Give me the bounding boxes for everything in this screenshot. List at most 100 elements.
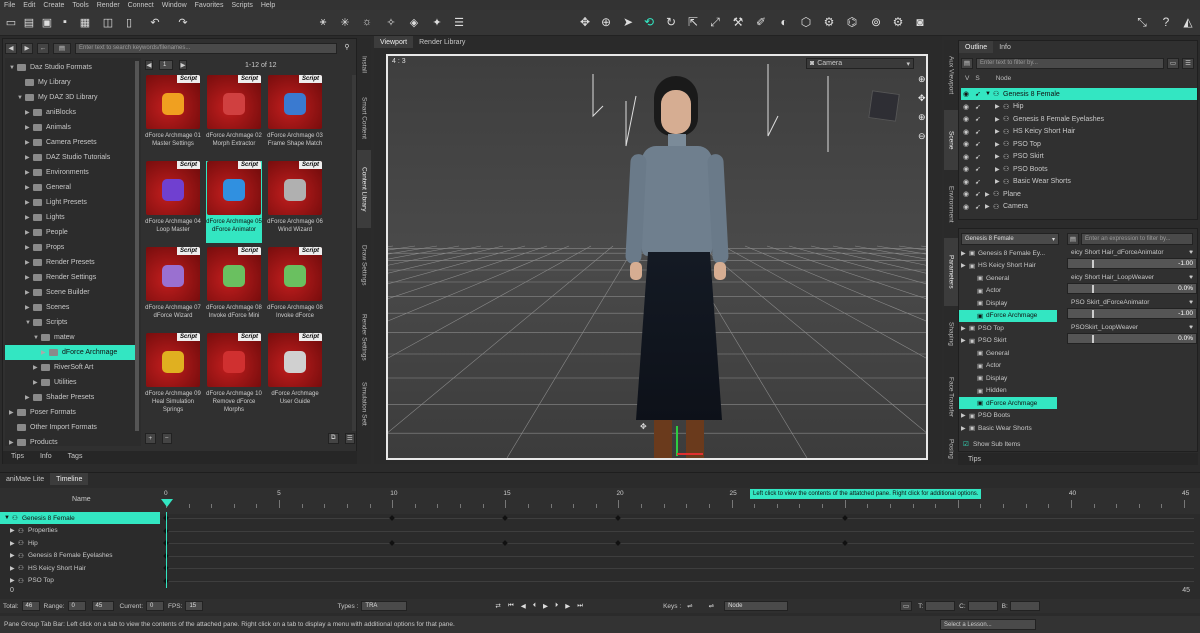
eye-icon[interactable]: ◉ — [963, 115, 975, 123]
expand-arrow-icon[interactable]: ▼ — [25, 320, 33, 326]
step-forward-icon[interactable]: ▶ — [565, 602, 570, 610]
page-next-icon[interactable]: ▶ — [179, 60, 187, 70]
content-item[interactable]: Script dForce Archmage 07 dForce Wizard — [145, 247, 201, 329]
eye-icon[interactable]: ◉ — [963, 140, 975, 148]
param-slider[interactable]: -1.00 — [1067, 258, 1197, 269]
expand-arrow-icon[interactable]: ▶ — [25, 124, 33, 131]
expand-arrow-icon[interactable]: ▼ — [4, 515, 12, 521]
figure-model[interactable] — [624, 76, 734, 458]
total-frames-field[interactable]: 46 — [21, 601, 40, 611]
menu-item-create[interactable]: Create — [43, 2, 64, 9]
param-tree-item[interactable]: ▶ ▣ PSO Boots — [959, 410, 1057, 422]
keyframe-marker[interactable] — [841, 515, 848, 521]
universal-tool-icon[interactable]: ✥ — [577, 14, 593, 30]
keyframe-marker[interactable] — [502, 515, 509, 521]
keyframe-marker[interactable] — [615, 515, 622, 521]
select-arrow-icon[interactable]: ➹ — [975, 90, 985, 98]
select-arrow-icon[interactable]: ➹ — [975, 178, 985, 186]
param-tree-item[interactable]: ▣ General — [959, 347, 1057, 359]
select-arrow-icon[interactable]: ➹ — [975, 128, 985, 136]
types-select[interactable]: TRA — [361, 601, 408, 611]
scene-node-row[interactable]: ◉ ➹ ▶ ⚇ Basic Wear Shorts — [961, 176, 1197, 188]
slider-handle-icon[interactable] — [1092, 310, 1094, 318]
scene-node-row[interactable]: ◉ ➹ ▶ ⚇ PSO Boots — [961, 163, 1197, 175]
content-item[interactable]: Script dForce Archmage 06 Wind Wizard — [267, 161, 323, 243]
next-frame-icon[interactable]: ⏵ — [555, 602, 558, 610]
eye-icon[interactable]: ◉ — [963, 103, 975, 111]
tab-posing[interactable]: Posing — [944, 434, 958, 464]
expand-arrow-icon[interactable]: ▶ — [961, 250, 969, 257]
menu-item-favorites[interactable]: Favorites — [195, 2, 224, 9]
select-arrow-icon[interactable]: ➹ — [975, 165, 985, 173]
expand-arrow-icon[interactable]: ▼ — [17, 95, 25, 101]
tab-parameters[interactable]: Parameters — [944, 238, 958, 306]
expand-arrow-icon[interactable]: ▶ — [33, 364, 41, 371]
gizmo-y-axis[interactable] — [676, 426, 678, 456]
timeline-row[interactable]: ▼ ⚇ Genesis 8 Female — [0, 512, 160, 524]
content-item[interactable]: Script dForce Archmage 01 Master Settings — [145, 75, 201, 157]
scale-icon[interactable]: ⤢ — [707, 14, 723, 30]
expand-arrow-icon[interactable]: ▶ — [995, 153, 1003, 160]
region-icon[interactable]: ⬡ — [798, 14, 814, 30]
expand-arrow-icon[interactable]: ▶ — [9, 439, 17, 446]
forward-icon[interactable]: ▶ — [21, 42, 33, 54]
menu-item-render[interactable]: Render — [97, 2, 120, 9]
expand-arrow-icon[interactable]: ▶ — [10, 527, 18, 534]
content-search-input[interactable]: Enter text to search keywords/filenames.… — [75, 42, 337, 54]
eye-icon[interactable]: ◉ — [963, 153, 975, 161]
tab-tips[interactable]: Tips — [3, 451, 32, 464]
fullscreen-icon[interactable]: ⤡ — [1134, 14, 1150, 30]
expand-arrow-icon[interactable]: ▶ — [41, 349, 49, 356]
keyframe-marker[interactable] — [502, 540, 509, 546]
param-tree-item[interactable]: ▶ ▣ PSO Skirt — [959, 335, 1057, 347]
expand-arrow-icon[interactable]: ▶ — [961, 325, 969, 332]
param-tree-item[interactable]: ▣ dForce Archmage — [959, 309, 1057, 322]
remove-icon[interactable]: − — [161, 432, 172, 444]
expand-arrow-icon[interactable]: ▶ — [25, 199, 33, 206]
prev-frame-icon[interactable]: ⏴ — [533, 602, 536, 610]
timeline-row[interactable]: ▶ ⚇ Properties — [0, 525, 160, 537]
slider-handle-icon[interactable] — [1092, 335, 1094, 343]
save-icon[interactable]: ▪ — [58, 15, 72, 29]
timeline-row[interactable]: ▶ ⚇ Genesis 8 Female Eyelashes — [0, 550, 160, 562]
page-prev-icon[interactable]: ◀ — [145, 60, 153, 70]
transform-icon[interactable]: ⌬ — [844, 14, 860, 30]
point-light-icon[interactable]: ✦ — [430, 15, 444, 29]
scene-options-icon[interactable]: ☰ — [1182, 57, 1194, 69]
folder-tree-item[interactable]: ▶ Lights — [5, 210, 137, 225]
expand-arrow-icon[interactable]: ▶ — [25, 259, 33, 266]
folder-tree-item[interactable]: ▶ aniBlocks — [5, 105, 137, 120]
back-arrow-icon[interactable]: ← — [37, 42, 49, 54]
eye-icon[interactable]: ◉ — [963, 90, 975, 98]
range-to-field[interactable]: 45 — [91, 601, 114, 611]
select-arrow-icon[interactable]: ➹ — [975, 140, 985, 148]
folder-tree-item[interactable]: ▶ People — [5, 225, 137, 240]
menu-item-connect[interactable]: Connect — [128, 2, 154, 9]
tab-animate-lite[interactable]: aniMate Lite — [0, 473, 50, 485]
expand-arrow-icon[interactable]: ▶ — [10, 552, 18, 559]
render-camera-icon[interactable]: ◙ — [912, 14, 928, 30]
spot-render-icon[interactable]: ⊚ — [868, 14, 884, 30]
expand-arrow-icon[interactable]: ▶ — [961, 425, 969, 432]
folder-tree-item[interactable]: Other Import Formats — [5, 420, 137, 435]
expand-arrow-icon[interactable]: ▶ — [995, 166, 1003, 173]
spot-light-icon[interactable]: ✧ — [384, 15, 398, 29]
select-arrow-icon[interactable]: ➹ — [975, 190, 985, 198]
b-field[interactable] — [1009, 601, 1040, 611]
scene-filter-input[interactable]: Enter text to filter by... — [976, 57, 1164, 69]
pointer-icon[interactable]: ➤ — [620, 14, 636, 30]
geometry-icon[interactable]: ✐ — [753, 14, 769, 30]
select-arrow-icon[interactable]: ➹ — [975, 103, 985, 111]
expand-arrow-icon[interactable]: ▶ — [25, 394, 33, 401]
open-folder-alt-icon[interactable]: ▣ — [40, 15, 54, 29]
expand-arrow-icon[interactable]: ▶ — [961, 337, 969, 344]
sparkle-icon[interactable]: ✳ — [338, 15, 352, 29]
eye-icon[interactable]: ◉ — [963, 128, 975, 136]
add-icon[interactable]: + — [145, 432, 156, 444]
rotate-active-icon[interactable]: ⟲ — [641, 14, 657, 30]
open-folder-icon[interactable]: ▤ — [22, 15, 36, 29]
tab-scene[interactable]: Scene — [944, 110, 958, 170]
select-col-header[interactable]: S — [975, 75, 979, 85]
tab-render-library[interactable]: Render Library — [413, 36, 471, 48]
node-col-header[interactable]: Node — [996, 75, 1012, 85]
